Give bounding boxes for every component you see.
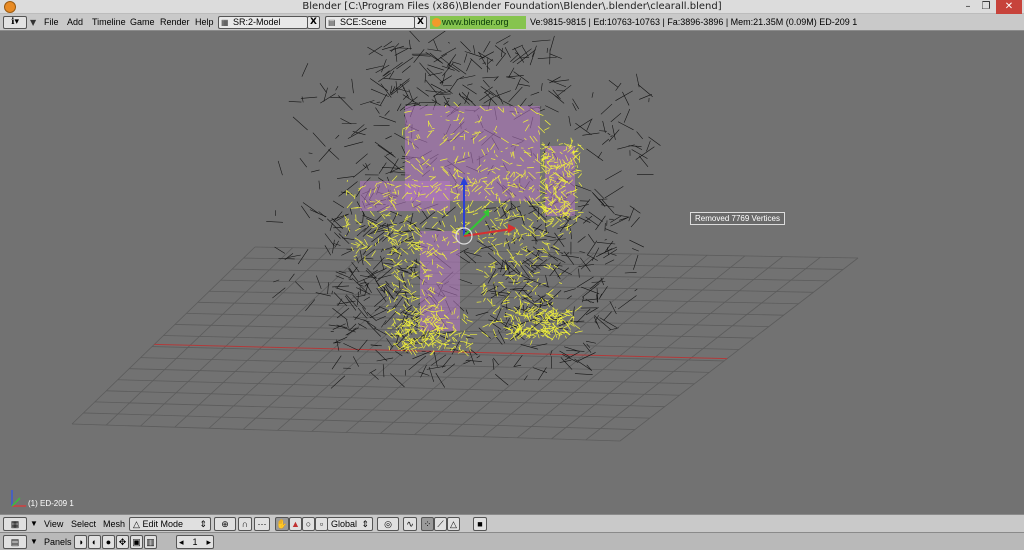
- minimize-button[interactable]: –: [958, 0, 978, 14]
- collapse-menu-icon[interactable]: ▼: [30, 515, 38, 533]
- rotate-manipulator-button[interactable]: ○: [302, 517, 315, 531]
- mode-name: Edit Mode: [142, 519, 183, 529]
- editing-context-button[interactable]: ▣: [130, 535, 143, 549]
- square-icon: ▫: [319, 519, 324, 529]
- view-axes-icon: [11, 490, 26, 507]
- 3d-viewport[interactable]: Removed 7769 Vertices (1) ED-209 1: [0, 31, 1024, 514]
- editing-icon: ▣: [132, 537, 141, 547]
- scene-context-button[interactable]: ▥: [144, 535, 157, 549]
- edit-mode-icon: △: [133, 519, 140, 529]
- screen-name: SR:2-Model: [233, 17, 281, 27]
- delete-scene-button[interactable]: X: [414, 16, 427, 29]
- face-select-button[interactable]: △: [447, 517, 460, 531]
- blender-logo-icon: [432, 18, 441, 27]
- pivot-selector[interactable]: ◎: [377, 517, 399, 531]
- scene-icon: ▤: [328, 18, 336, 27]
- 3d-view-header: ▦ ▼ View Select Mesh △ Edit Mode ⇕ ⊕ ∩ ⋯…: [0, 514, 1024, 532]
- restore-button[interactable]: ❐: [978, 0, 994, 14]
- shading-icon: ●: [105, 537, 112, 547]
- dropdown-arrows-icon: ⇕: [361, 519, 369, 529]
- draw-type-button[interactable]: ⊕: [214, 517, 236, 531]
- collapse-menu-icon[interactable]: ▼: [30, 533, 38, 550]
- hand-tool-button[interactable]: ✋: [275, 517, 289, 531]
- menu-game[interactable]: Game: [130, 14, 155, 31]
- script-icon: ◐: [91, 537, 98, 547]
- frame-field[interactable]: ◂ 1 ▸: [176, 535, 214, 549]
- menu-render[interactable]: Render: [160, 14, 190, 31]
- curve-icon: ∿: [406, 519, 414, 529]
- object-context-button[interactable]: ✥: [116, 535, 129, 549]
- menu-view[interactable]: View: [44, 515, 63, 533]
- visible-only-button[interactable]: ⋯: [254, 517, 270, 531]
- scene-name: SCE:Scene: [340, 17, 387, 27]
- face-icon: △: [450, 519, 457, 529]
- occlusion-button[interactable]: ∩: [238, 517, 252, 531]
- close-window-button[interactable]: ✕: [996, 0, 1022, 14]
- delete-screen-button[interactable]: X: [307, 16, 320, 29]
- pivot-icon: ◎: [384, 519, 392, 529]
- blender-url-link[interactable]: www.blender.org 249.2: [430, 16, 526, 40]
- dots-icon: ⋯: [257, 519, 267, 529]
- vertex-select-button[interactable]: ⁘: [421, 517, 434, 531]
- menu-timeline[interactable]: Timeline: [92, 14, 126, 31]
- magnet-icon: ∩: [241, 519, 249, 529]
- translate-manipulator-button[interactable]: ▲: [289, 517, 302, 531]
- logic-context-button[interactable]: ◑: [74, 535, 87, 549]
- script-context-button[interactable]: ◐: [88, 535, 101, 549]
- window-title-bar: Blender [C:\Program Files (x86)\Blender …: [0, 0, 1024, 14]
- menu-file[interactable]: File: [44, 14, 59, 31]
- vertex-icon: ⁘: [423, 519, 432, 529]
- render-preview-button[interactable]: ■: [473, 517, 487, 531]
- circle-icon: ○: [305, 519, 312, 529]
- viewport-canvas[interactable]: [0, 31, 1024, 514]
- panels-menu[interactable]: Panels: [44, 533, 72, 550]
- collapse-menu-icon[interactable]: ▼: [30, 16, 36, 29]
- shading-context-button[interactable]: ●: [102, 535, 115, 549]
- grid-icon: ▦: [10, 519, 20, 529]
- scene-statistics: Ve:9815-9815 | Ed:10763-10763 | Fa:3896-…: [530, 17, 858, 27]
- wire-sphere-icon: ⊕: [221, 519, 229, 529]
- scene-selector[interactable]: ▤ SCE:Scene: [325, 16, 415, 29]
- render-icon: ■: [477, 519, 483, 529]
- editor-type-button[interactable]: ▤: [3, 535, 27, 549]
- editor-type-button[interactable]: ▦: [3, 517, 27, 531]
- menu-select[interactable]: Select: [71, 515, 96, 533]
- edge-select-button[interactable]: ⟋: [434, 517, 447, 531]
- orientation-name: Global: [331, 519, 358, 529]
- hand-icon: ✋: [276, 519, 288, 529]
- scene-icon: ▥: [146, 537, 155, 547]
- menu-add[interactable]: Add: [67, 14, 83, 31]
- window-title: Blender [C:\Program Files (x86)\Blender …: [302, 1, 722, 12]
- logic-icon: ◑: [77, 537, 84, 547]
- info-icon: ℹ▾: [11, 17, 19, 27]
- buttons-header: ▤ ▼ Panels ◑ ◐ ● ✥ ▣ ▥ ◂ 1 ▸: [0, 532, 1024, 550]
- floor-grid: [71, 246, 859, 442]
- screen-icon: ▦: [221, 18, 229, 27]
- info-header: ℹ▾ ▼ File Add Timeline Game Render Help …: [0, 14, 1024, 40]
- status-tooltip: Removed 7769 Vertices: [690, 212, 785, 225]
- proportional-edit-button[interactable]: ∿: [403, 517, 417, 531]
- mode-selector[interactable]: △ Edit Mode ⇕: [129, 517, 211, 531]
- decrement-arrow-icon: ◂: [179, 537, 184, 547]
- frame-value: 1: [192, 537, 198, 547]
- editor-type-button[interactable]: ℹ▾: [3, 16, 27, 29]
- active-object-label: (1) ED-209 1: [28, 499, 74, 508]
- object-icon: ✥: [118, 537, 127, 547]
- blender-window: Blender [C:\Program Files (x86)\Blender …: [0, 0, 1024, 550]
- menu-help[interactable]: Help: [195, 14, 214, 31]
- triangle-icon: ▲: [291, 519, 300, 529]
- increment-arrow-icon: ▸: [206, 537, 211, 547]
- edge-icon: ⟋: [437, 519, 444, 529]
- menu-mesh[interactable]: Mesh: [103, 515, 125, 533]
- dropdown-arrows-icon: ⇕: [199, 519, 207, 529]
- screen-selector[interactable]: ▦ SR:2-Model: [218, 16, 308, 29]
- buttons-editor-icon: ▤: [10, 537, 20, 547]
- orientation-selector[interactable]: Global ⇕: [327, 517, 373, 531]
